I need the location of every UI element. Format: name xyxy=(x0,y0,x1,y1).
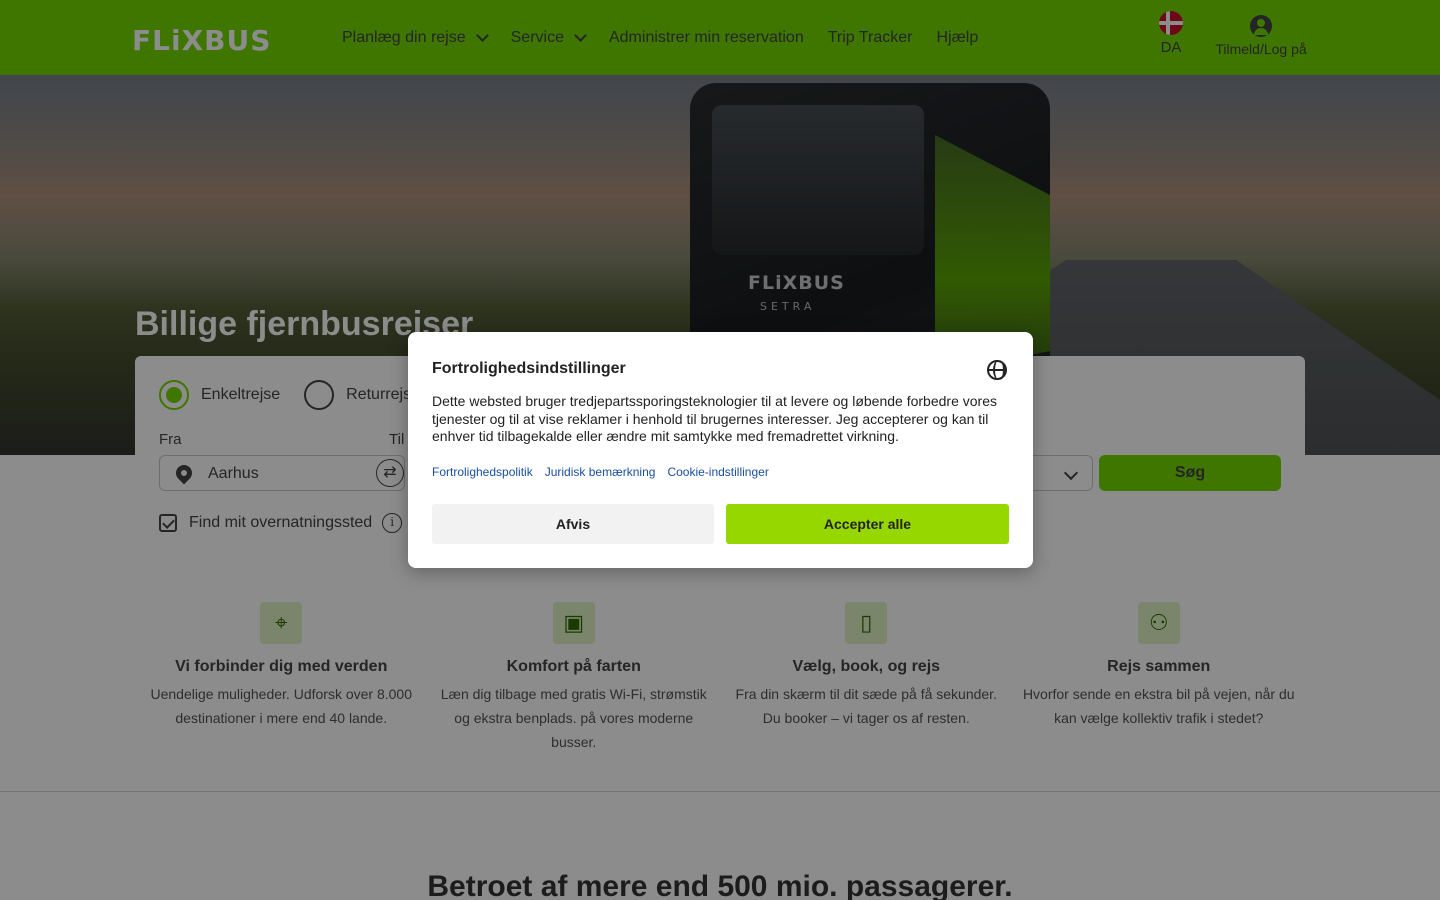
privacy-dialog-text: Dette websted bruger tredjepartssporings… xyxy=(432,393,997,444)
cookie-settings-link[interactable]: Cookie-indstillinger xyxy=(667,465,768,479)
privacy-dialog-title: Fortrolighedsindstillinger xyxy=(432,360,626,377)
privacy-settings-dialog: Fortrolighedsindstillinger Dette websted… xyxy=(408,332,1033,568)
globe-icon[interactable] xyxy=(987,360,1007,380)
privacy-links: Fortrolighedspolitik Juridisk bemærkning… xyxy=(432,465,781,479)
reject-button[interactable]: Afvis xyxy=(432,504,714,544)
accept-all-button[interactable]: Accepter alle xyxy=(726,504,1009,544)
privacy-policy-link[interactable]: Fortrolighedspolitik xyxy=(432,465,533,479)
legal-notice-link[interactable]: Juridisk bemærkning xyxy=(545,465,656,479)
